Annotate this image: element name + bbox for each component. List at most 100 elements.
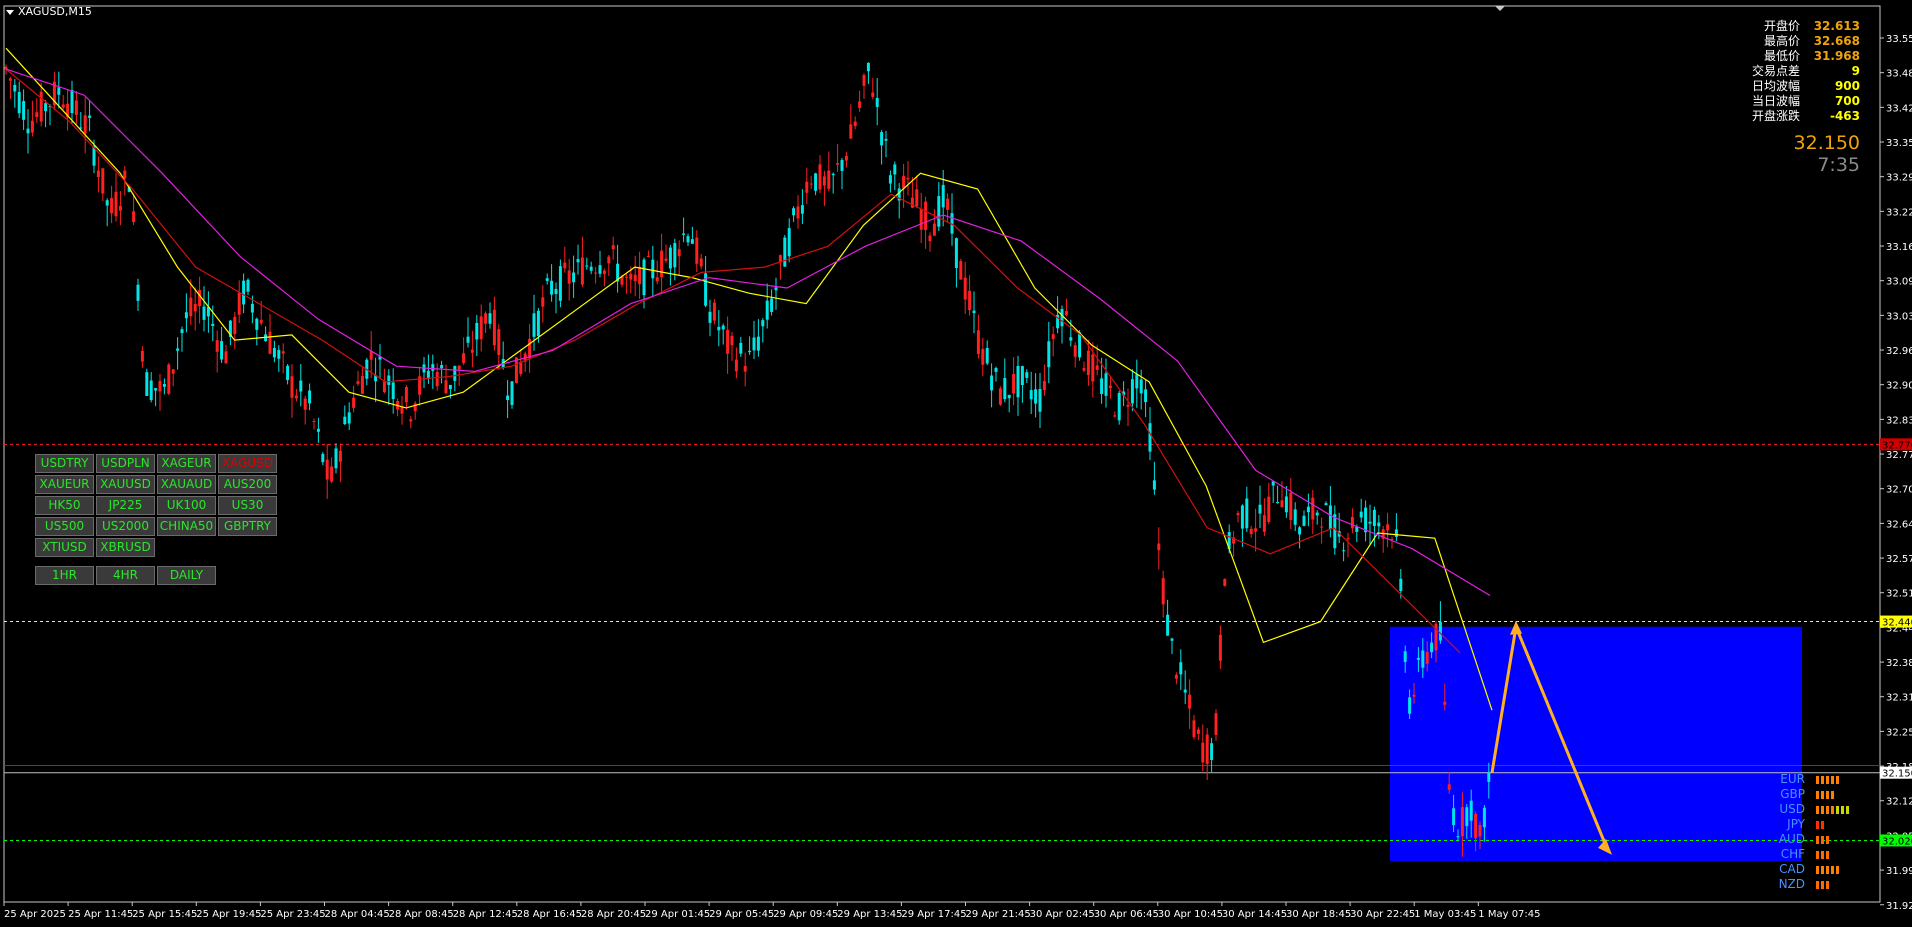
y-tick-label: 33.095 bbox=[1886, 277, 1912, 288]
candle-body bbox=[1487, 772, 1491, 782]
y-tick-label: 32.380 bbox=[1886, 658, 1912, 669]
shift-marker-icon bbox=[1495, 6, 1505, 11]
candle-body bbox=[1236, 513, 1240, 516]
candle-body bbox=[748, 350, 752, 353]
candle-body bbox=[756, 336, 760, 351]
info-value: -463 bbox=[1829, 109, 1860, 123]
candle-body bbox=[985, 347, 989, 364]
symbol-button-us30[interactable]: US30 bbox=[218, 496, 277, 515]
y-tick-label: 32.705 bbox=[1886, 485, 1912, 496]
strength-bar-tick bbox=[1826, 790, 1829, 799]
info-row: 日均波幅 900 bbox=[1660, 79, 1860, 94]
candle-body bbox=[805, 181, 809, 193]
info-label: 日均波幅 bbox=[1751, 79, 1800, 93]
candle-body bbox=[1152, 480, 1156, 490]
candle-body bbox=[1183, 689, 1187, 693]
symbol-button-usdpln[interactable]: USDPLN bbox=[96, 454, 155, 473]
x-tick-label: 28 Apr 20:45 bbox=[581, 909, 646, 920]
strength-bar-tick bbox=[1826, 835, 1829, 844]
symbol-button-jp225[interactable]: JP225 bbox=[96, 496, 155, 515]
candle-body bbox=[1284, 496, 1288, 513]
candle-body bbox=[743, 365, 747, 372]
candle-body bbox=[1359, 511, 1363, 518]
x-tick-label: 25 Apr 2025 bbox=[4, 909, 66, 920]
candle-body bbox=[74, 100, 78, 115]
symbol-button-us500[interactable]: US500 bbox=[35, 517, 94, 536]
candle-body bbox=[545, 278, 549, 281]
x-tick-label: 30 Apr 22:45 bbox=[1350, 909, 1415, 920]
candle-body bbox=[563, 262, 567, 269]
symbol-button-xtiusd[interactable]: XTIUSD bbox=[35, 538, 94, 557]
symbol-button-gbptry[interactable]: GBPTRY bbox=[218, 517, 277, 536]
price-chart[interactable]: 33.550 33.485 33.420 33.355 33.290 33.225 33.1… bbox=[0, 0, 1912, 927]
y-tick-label: 32.965 bbox=[1886, 346, 1912, 357]
candle-body bbox=[585, 265, 589, 267]
candle-body bbox=[761, 320, 765, 327]
y-tick-label: 33.030 bbox=[1886, 311, 1912, 322]
candle-body bbox=[171, 369, 175, 374]
candle-body bbox=[664, 258, 668, 261]
y-tick-label: 32.900 bbox=[1886, 381, 1912, 392]
y-tick-label: 32.510 bbox=[1886, 589, 1912, 600]
symbol-button-xauusd[interactable]: XAUUSD bbox=[96, 475, 155, 494]
symbol-button-xauaud[interactable]: XAUAUD bbox=[157, 475, 216, 494]
candle-body bbox=[431, 364, 435, 371]
strength-bar-tick bbox=[1846, 805, 1849, 814]
candle-body bbox=[906, 177, 910, 180]
timeframe-button-1hr[interactable]: 1HR bbox=[35, 566, 94, 585]
candle-body bbox=[105, 200, 109, 206]
symbol-button-xbrusd[interactable]: XBRUSD bbox=[96, 538, 155, 557]
candle-body bbox=[1091, 354, 1095, 382]
strength-bar-tick bbox=[1816, 775, 1819, 784]
candle-body bbox=[774, 287, 778, 291]
candle-body bbox=[149, 380, 153, 401]
candle-body bbox=[1135, 374, 1139, 389]
timeframe-button-daily[interactable]: DAILY bbox=[157, 566, 216, 585]
candle-body bbox=[1020, 366, 1024, 386]
symbol-button-xagusd[interactable]: XAGUSD bbox=[218, 454, 277, 473]
symbol-button-aus200[interactable]: AUS200 bbox=[218, 475, 277, 494]
price-line-label: 32.020 bbox=[1882, 836, 1912, 847]
title-dropdown-icon[interactable] bbox=[6, 9, 14, 15]
symbol-button-hk50[interactable]: HK50 bbox=[35, 496, 94, 515]
strength-bars bbox=[1816, 865, 1841, 874]
strength-bar-tick bbox=[1836, 865, 1839, 874]
candle-body bbox=[941, 185, 945, 208]
symbol-button-xaueur[interactable]: XAUEUR bbox=[35, 475, 94, 494]
candle-body bbox=[928, 235, 932, 242]
symbol-button-xageur[interactable]: XAGEUR bbox=[157, 454, 216, 473]
candle-body bbox=[1179, 662, 1183, 675]
candle-body bbox=[286, 365, 290, 381]
symbol-button-usdtry[interactable]: USDTRY bbox=[35, 454, 94, 473]
strength-bar-tick bbox=[1831, 865, 1834, 874]
candle-body bbox=[840, 160, 844, 171]
y-tick-label: 32.120 bbox=[1886, 797, 1912, 808]
candle-body bbox=[158, 380, 162, 392]
candle-body bbox=[699, 258, 703, 267]
timeframe-button-4hr[interactable]: 4HR bbox=[96, 566, 155, 585]
candle-body bbox=[1412, 694, 1416, 697]
candle-body bbox=[1306, 506, 1310, 513]
candle-body bbox=[765, 300, 769, 320]
candle-body bbox=[567, 270, 571, 284]
info-label: 最低价 bbox=[1763, 49, 1800, 63]
candle-body bbox=[1210, 743, 1214, 760]
candle-body bbox=[959, 260, 963, 280]
candle-body bbox=[1069, 337, 1073, 341]
symbol-button-us2000[interactable]: US2000 bbox=[96, 517, 155, 536]
chart-window[interactable]: 33.550 33.485 33.420 33.355 33.290 33.225 33.1… bbox=[0, 0, 1912, 927]
candle-body bbox=[1254, 528, 1258, 532]
candle-body bbox=[1408, 697, 1412, 714]
info-value: 700 bbox=[1834, 94, 1860, 108]
symbol-button-china50[interactable]: CHINA50 bbox=[157, 517, 216, 536]
symbol-button-uk100[interactable]: UK100 bbox=[157, 496, 216, 515]
candle-body bbox=[668, 247, 672, 269]
candle-body bbox=[255, 318, 259, 330]
candle-body bbox=[39, 91, 43, 122]
candle-body bbox=[1148, 423, 1152, 452]
candle-body bbox=[686, 236, 690, 243]
candle-body bbox=[211, 323, 215, 326]
candle-body bbox=[510, 381, 514, 405]
currency-strength-row: JPY bbox=[1760, 817, 1851, 832]
candle-body bbox=[638, 266, 642, 285]
